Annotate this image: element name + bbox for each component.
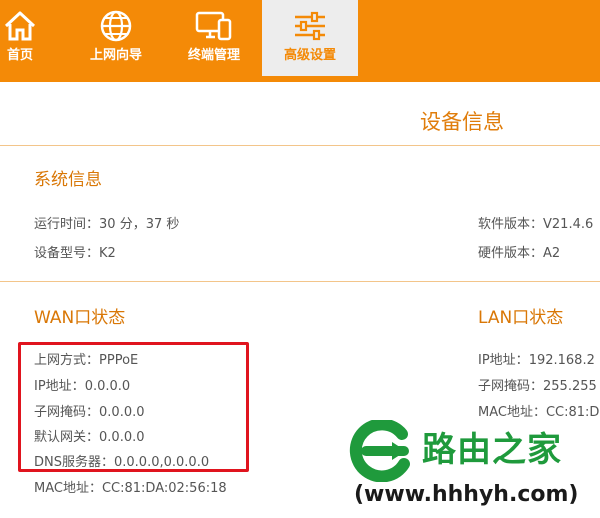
wan-status-title: WAN口状态 (34, 308, 126, 328)
model-value: K2 (99, 246, 116, 261)
wan-mac-label: MAC地址： (34, 481, 102, 496)
nav-item-home[interactable]: 首页 (0, 0, 40, 76)
globe-icon (97, 10, 135, 42)
wan-row-mac: MAC地址：CC:81:DA:02:56:18 (34, 477, 227, 496)
uptime-value: 30 分，37 秒 (99, 217, 180, 232)
nav-item-terminal-management[interactable]: 终端管理 (176, 0, 252, 76)
nav-item-advanced-settings[interactable]: 高级设置 (262, 0, 358, 76)
uptime-label: 运行时间： (34, 217, 100, 232)
section-divider (0, 281, 600, 282)
hardware-version-value: A2 (543, 246, 561, 261)
system-info-title: 系统信息 (34, 170, 102, 190)
home-icon (1, 10, 39, 42)
lan-ip-label: IP地址： (478, 353, 529, 368)
software-version-label: 软件版本： (478, 217, 544, 232)
highlight-box (18, 342, 249, 472)
hardware-version-label: 硬件版本： (478, 246, 544, 261)
wan-mac-value: CC:81:DA:02:56:18 (101, 481, 227, 496)
sliders-icon (291, 10, 329, 42)
nav-label-terminal-management: 终端管理 (187, 48, 240, 63)
watermark: 路由之家 (www.hhhyh.com) (346, 418, 600, 518)
model-row: 设备型号：K2 (34, 242, 116, 261)
lan-subnet-mask-value: 255.255 (543, 379, 597, 394)
lan-status-title: LAN口状态 (478, 308, 564, 328)
uptime-row: 运行时间：30 分，37 秒 (34, 213, 179, 232)
model-label: 设备型号： (34, 246, 100, 261)
devices-icon (195, 10, 233, 42)
page-title: 设备信息 (420, 110, 504, 134)
hardware-version-row: 硬件版本：A2 (478, 242, 560, 261)
lan-subnet-mask-label: 子网掩码： (478, 379, 544, 394)
nav-item-internet-wizard[interactable]: 上网向导 (78, 0, 154, 76)
software-version-row: 软件版本：V21.4.6 (478, 213, 593, 232)
lan-row-subnet-mask: 子网掩码：255.255 (478, 375, 597, 394)
title-divider (0, 145, 600, 146)
nav-label-home: 首页 (6, 48, 33, 63)
watermark-url: (www.hhhyh.com) (354, 482, 579, 507)
nav-label-internet-wizard: 上网向导 (89, 48, 142, 63)
lan-ip-value: 192.168.2 (528, 353, 595, 368)
lan-row-ip: IP地址：192.168.2 (478, 349, 595, 368)
watermark-name: 路由之家 (422, 430, 562, 470)
watermark-logo-icon (346, 418, 414, 486)
software-version-value: V21.4.6 (543, 217, 594, 232)
top-nav-bar: 首页 上网向导 终端管理 高级设置 (0, 0, 600, 76)
nav-label-advanced-settings: 高级设置 (283, 48, 336, 63)
nav-divider (0, 76, 600, 82)
